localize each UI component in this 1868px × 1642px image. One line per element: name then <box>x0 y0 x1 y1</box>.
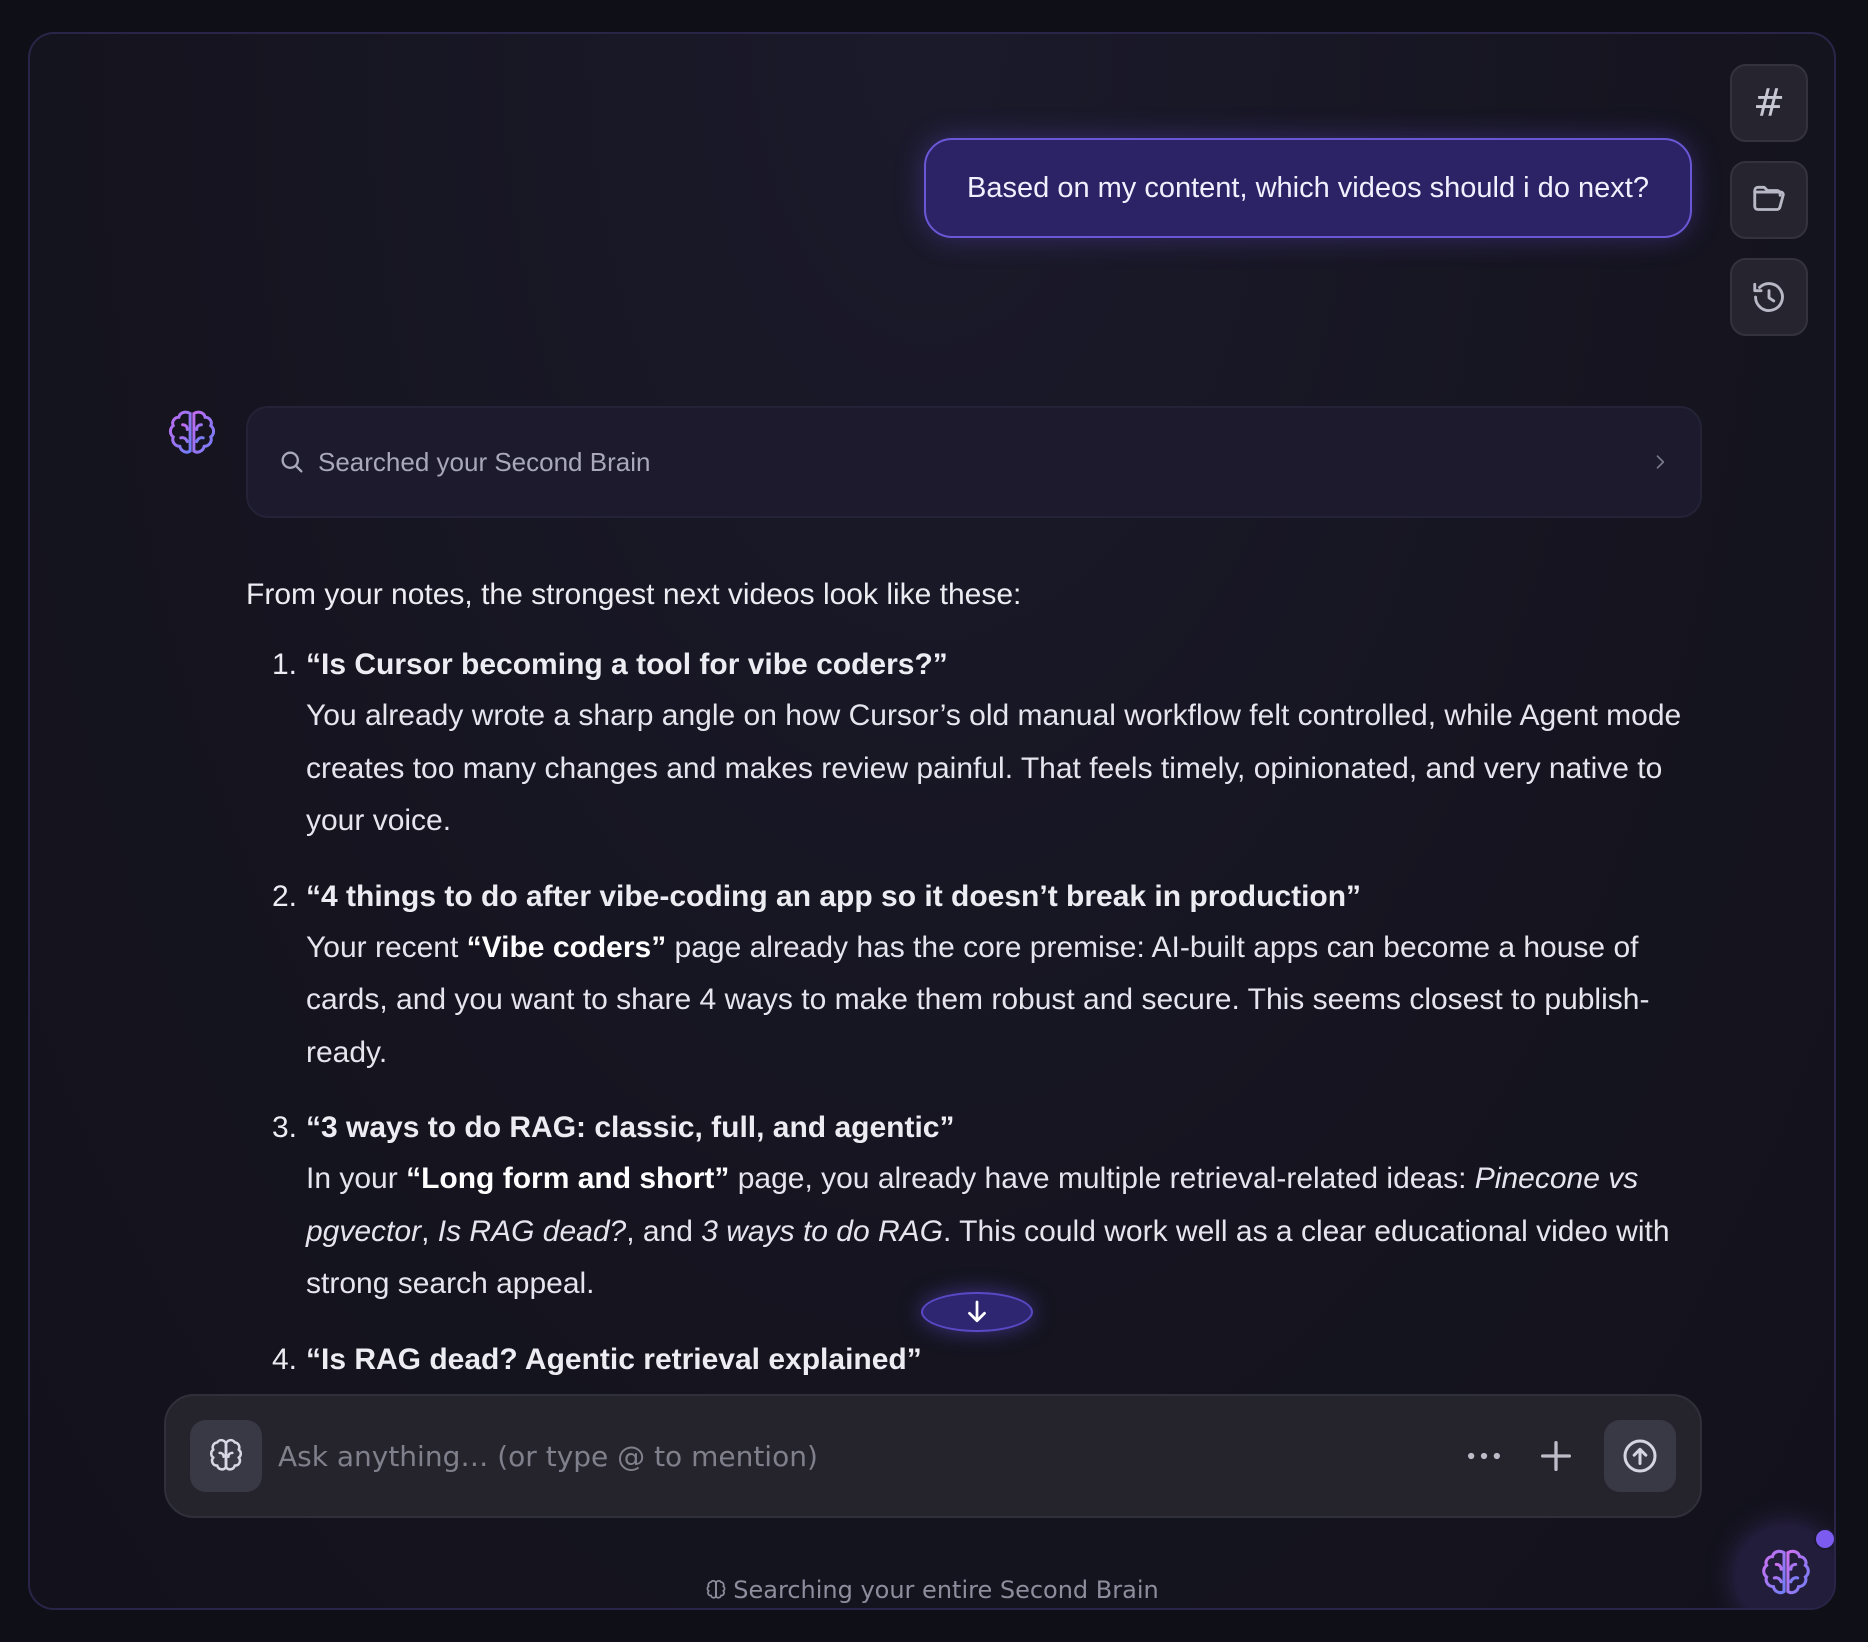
arrow-down-icon <box>968 1300 986 1323</box>
brain-avatar-icon <box>168 410 216 455</box>
second-brain-fab[interactable] <box>1736 1526 1834 1608</box>
list-item: 3. “3 ways to do RAG: classic, full, and… <box>246 1107 1686 1311</box>
idea-title: Is RAG dead? <box>437 1214 627 1248</box>
brain-icon <box>209 1438 243 1471</box>
item-title: “Is RAG dead? Agentic retrieval explaine… <box>306 1342 922 1376</box>
list-number: 4. <box>272 1342 298 1376</box>
body-text: , and <box>626 1214 702 1248</box>
page-reference: “Long form and short” <box>406 1162 730 1195</box>
item-body: Your recent “Vibe coders” page already h… <box>306 922 1686 1080</box>
brain-small-icon <box>706 1580 726 1599</box>
folder-icon <box>1753 185 1785 211</box>
send-button[interactable] <box>1604 1420 1676 1492</box>
body-text: , <box>421 1214 438 1248</box>
body-text: Your recent <box>306 930 467 964</box>
brain-mode-button[interactable] <box>190 1420 262 1492</box>
body-text: In your <box>306 1162 407 1195</box>
item-title: “Is Cursor becoming a tool for vibe code… <box>306 648 948 681</box>
item-title: “3 ways to do RAG: classic, full, and ag… <box>306 1111 955 1144</box>
list-item: 2. “4 things to do after vibe-coding an … <box>246 876 1686 1080</box>
search-result-card[interactable]: Searched your Second Brain <box>246 406 1702 518</box>
history-button[interactable] <box>1730 258 1808 336</box>
item-title: “4 things to do after vibe-coding an app… <box>306 879 1362 913</box>
hash-icon: # <box>1753 81 1785 125</box>
search-scope-note: Searching your entire Second Brain <box>30 1576 1834 1604</box>
item-body: In your “Long form and short” page, you … <box>306 1153 1686 1311</box>
page-reference: “Vibe coders” <box>466 930 667 964</box>
search-scope-text: Searching your entire Second Brain <box>733 1576 1159 1604</box>
search-icon <box>281 451 303 473</box>
chat-composer <box>164 1394 1702 1518</box>
history-icon <box>1753 282 1784 312</box>
list-item: 1. “Is Cursor becoming a tool for vibe c… <box>246 644 1686 848</box>
add-icon[interactable] <box>1536 1436 1576 1476</box>
list-number: 1. <box>272 648 298 681</box>
notification-dot <box>1814 1528 1834 1550</box>
app-window: # Based on my content, which videos shou… <box>28 32 1836 1610</box>
list-number: 2. <box>272 879 298 913</box>
list-number: 3. <box>272 1111 298 1144</box>
brain-logo-icon <box>1762 1549 1810 1595</box>
send-arrow-icon <box>1623 1439 1657 1473</box>
user-message-bubble: Based on my content, which videos should… <box>924 138 1692 238</box>
chat-input[interactable] <box>278 1439 1462 1473</box>
idea-title: 3 ways to do RAG <box>701 1214 944 1248</box>
body-text: page, you already have multiple retrieva… <box>729 1162 1475 1195</box>
item-body: You already wrote a sharp angle on how C… <box>306 699 1682 837</box>
more-options-icon[interactable] <box>1462 1434 1506 1478</box>
assistant-answer: From your notes, the strongest next vide… <box>246 574 1686 1381</box>
list-item: 4. “Is RAG dead? Agentic retrieval expla… <box>246 1339 1686 1381</box>
chevron-right-icon <box>1656 455 1665 469</box>
answer-intro: From your notes, the strongest next vide… <box>246 578 1022 611</box>
scroll-to-bottom-button[interactable] <box>921 1292 1033 1332</box>
folders-button[interactable] <box>1730 161 1808 239</box>
search-card-label: Searched your Second Brain <box>318 446 651 477</box>
user-message-text: Based on my content, which videos should… <box>967 171 1649 204</box>
tags-button[interactable]: # <box>1730 64 1808 142</box>
